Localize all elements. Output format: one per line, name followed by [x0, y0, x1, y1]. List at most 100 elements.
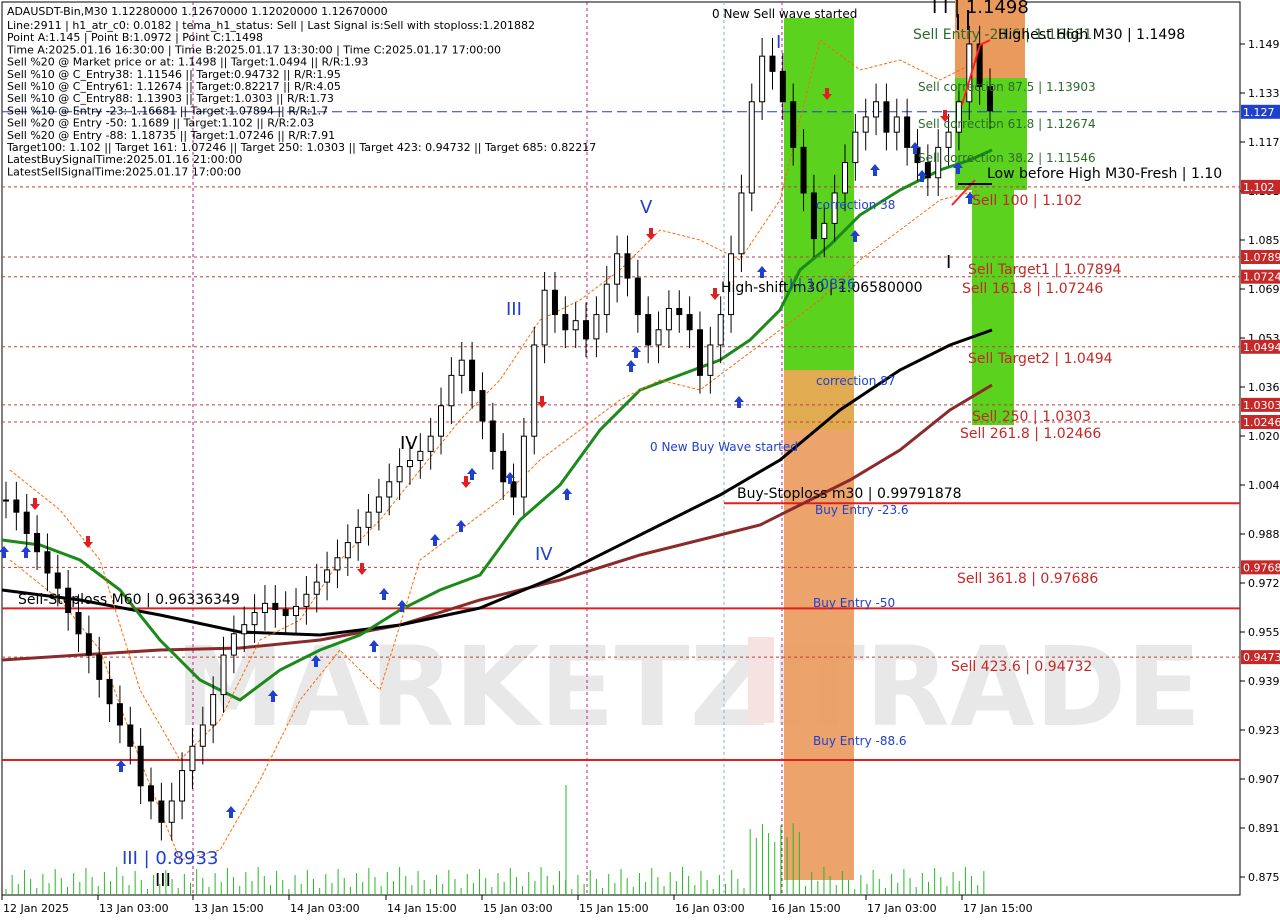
low-before-high-label: Low before High M30-Fresh | 1.10: [987, 166, 1222, 182]
sell-250-label: Sell 250 | 1.0303: [972, 409, 1091, 425]
candle-body: [645, 314, 652, 346]
candle-body: [282, 608, 289, 617]
info-line: Line:2911 | h1_atr_c0: 0.0182 | tema_h1_…: [7, 19, 535, 32]
price-tag-label: 1.0246: [1243, 416, 1280, 429]
candle-body: [396, 466, 403, 483]
candle-body: [873, 101, 880, 118]
candle-body: [562, 314, 569, 331]
y-tick-label: 0.891: [1248, 822, 1280, 835]
candle-body: [375, 496, 382, 513]
candle-body: [821, 222, 828, 240]
candle-body: [386, 481, 393, 498]
candle-body: [759, 55, 766, 103]
watermark-bar: [748, 637, 774, 723]
candle-body: [148, 785, 155, 802]
price-tag-label: 1.127: [1243, 106, 1275, 119]
buy-entry-23-label: Buy Entry -23.6: [815, 503, 909, 517]
y-tick-label: 1.020: [1248, 430, 1280, 443]
price-tag-label: 1.0789: [1243, 251, 1280, 264]
info-line: Sell %20 @ Entry -50: 1.1689 || Target:1…: [7, 117, 314, 130]
candle-body: [469, 359, 476, 392]
wave-label-i-blue: I: [776, 32, 781, 53]
candle-body: [551, 289, 558, 316]
info-line: Sell %20 @ Market price or at: 1.1498 ||…: [7, 56, 368, 69]
candle-body: [862, 116, 869, 133]
price-tag-label: 1.0724: [1243, 271, 1280, 284]
candle-body: [44, 551, 51, 574]
y-tick-label: 0.907: [1248, 773, 1280, 786]
sell-100-label: Sell 100 | 1.102: [972, 193, 1082, 209]
x-tick-label: 16 Jan 15:00: [771, 902, 841, 915]
candle-body: [251, 612, 258, 626]
buy-entry-88-label: Buy Entry -88.6: [813, 734, 907, 748]
sell-stoploss-label: Sell-Stoploss M60 | 0.96336349: [18, 592, 240, 608]
highest-high-label: Highest High M30 | 1.1498: [998, 27, 1185, 43]
candle-body: [116, 703, 123, 726]
candle-body: [13, 499, 20, 513]
candle-body: [655, 329, 662, 346]
x-tick-label: 14 Jan 15:00: [387, 902, 457, 915]
candle-body: [168, 800, 175, 823]
candle-body: [852, 131, 859, 164]
y-tick-label: 0.972: [1248, 577, 1280, 590]
candle-body: [893, 116, 900, 133]
candle-body: [334, 557, 341, 571]
price-tag-label: 0.9768: [1243, 561, 1280, 574]
candle-body: [686, 314, 693, 331]
candle-body: [448, 374, 455, 407]
wave-label-iii: III: [506, 299, 522, 320]
x-tick-label: 14 Jan 03:00: [290, 902, 360, 915]
candle-body: [593, 314, 600, 340]
candle-body: [106, 678, 113, 705]
y-tick-label: 1.149: [1248, 38, 1280, 51]
x-tick-label: 17 Jan 03:00: [867, 902, 937, 915]
candle-body: [127, 724, 134, 747]
candle-body: [417, 450, 424, 461]
candle-body: [158, 800, 165, 823]
symbol-line: ADAUSDT-Bin,M30 1.12280000 1.12670000 1.…: [7, 5, 388, 18]
green-zone-right-narrow: [972, 190, 1014, 425]
new-sell-wave-label: 0 New Sell wave started: [712, 7, 857, 21]
candle-body: [54, 572, 61, 589]
price-tag-label: 1.0494: [1243, 341, 1280, 354]
y-tick-label: 0.875: [1248, 871, 1280, 884]
sell-423-label: Sell 423.6 | 0.94732: [951, 659, 1092, 675]
green-zone-left: [784, 18, 854, 370]
sell-correction-61-label: Sell correction 61.8 | 1.12674: [918, 117, 1096, 131]
sell-target2-label: Sell Target2 | 1.0494: [968, 351, 1113, 367]
candle-body: [23, 511, 30, 534]
candle-body: [572, 320, 579, 331]
candle-body: [717, 314, 724, 346]
info-line: Point A:1.145 | Point B:1.0972 | Point C…: [7, 31, 263, 44]
y-tick-label: 1.085: [1248, 234, 1280, 247]
candle-body: [696, 329, 703, 376]
candle-body: [75, 612, 82, 635]
x-tick-label: 17 Jan 15:00: [963, 902, 1033, 915]
y-tick-label: 1.036: [1248, 381, 1280, 394]
candle-body: [230, 633, 237, 656]
candle-body: [293, 605, 300, 617]
x-tick-label: 15 Jan 03:00: [483, 902, 553, 915]
candle-body: [220, 654, 227, 696]
candle-body: [510, 481, 517, 498]
candle-body: [738, 192, 745, 255]
new-buy-wave-label: 0 New Buy Wave started: [650, 440, 798, 454]
candle-body: [137, 745, 144, 787]
x-tick-label: 16 Jan 03:00: [675, 902, 745, 915]
info-line: Sell %10 @ C_Entry88: 1.13903 || Target:…: [7, 92, 334, 105]
price-tag-label: 1.0303: [1243, 399, 1280, 412]
candle-body: [458, 359, 465, 376]
info-line: Target100: 1.102 || Target 161: 1.07246 …: [6, 141, 596, 154]
candle-body: [179, 770, 186, 802]
info-line: Time A:2025.01.16 16:30:00 | Time B:2025…: [6, 43, 501, 56]
candle-body: [614, 253, 621, 285]
trading-chart: MARKETZI TRADE ADAUSDT-Bin,M30 1.1228000…: [0, 0, 1280, 920]
candle-body: [800, 146, 807, 194]
candle-body: [883, 101, 890, 133]
candle-body: [779, 70, 786, 103]
info-line: LatestBuySignalTime:2025.01.16 21:00:00: [7, 153, 242, 166]
chart-container: MARKETZI TRADE ADAUSDT-Bin,M30 1.1228000…: [0, 0, 1280, 920]
candle-body: [189, 745, 196, 772]
watermark-text-left: MARKETZI: [175, 623, 810, 751]
candle-body: [199, 724, 206, 747]
